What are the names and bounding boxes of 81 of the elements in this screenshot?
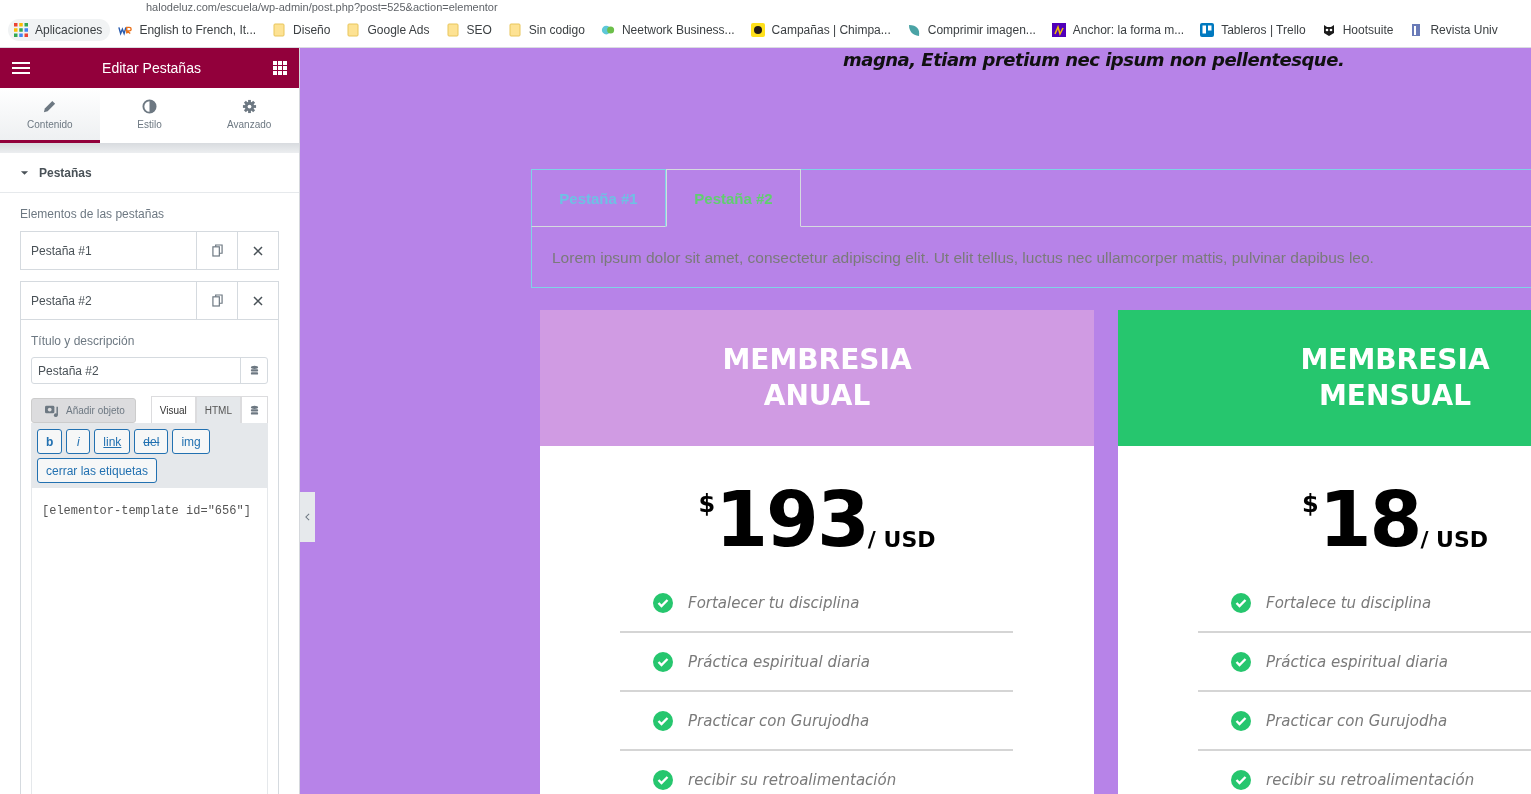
- section-toggle[interactable]: Pestañas: [0, 153, 299, 193]
- leaf-icon: [906, 23, 921, 37]
- quicktag-button[interactable]: del: [134, 429, 169, 454]
- bookmark[interactable]: Neetwork Business...: [592, 23, 743, 37]
- price-period: / USD: [867, 527, 936, 552]
- close-icon: [253, 295, 263, 306]
- bars-logo-icon: [1051, 23, 1066, 37]
- database-icon[interactable]: [250, 404, 259, 416]
- check-icon: [1231, 592, 1251, 613]
- check-icon: [1231, 769, 1251, 790]
- check-icon: [653, 710, 673, 731]
- quicktag-button[interactable]: link: [94, 429, 131, 454]
- price-period: / USD: [1420, 527, 1489, 552]
- owl-logo-icon: [1321, 23, 1336, 37]
- quicktag-button[interactable]: i: [66, 429, 91, 454]
- contrast-icon: [142, 98, 157, 114]
- price-amount: 193: [715, 482, 868, 558]
- plan-title: MEMBRESIA ANUAL: [721, 342, 913, 414]
- check-icon: [1231, 651, 1251, 672]
- quicktag-button[interactable]: b: [37, 429, 63, 454]
- bookmark[interactable]: Hootsuite: [1313, 23, 1402, 37]
- tab-content-text: Lorem ipsum dolor sit amet, consectetur adipiscing elit. Ut elit tellus, luctus nec ullamcorper mattis, pulvinar dapibus leo.: [531, 227, 1531, 288]
- folder-icon: [507, 23, 522, 37]
- bookmark[interactable]: Google Ads: [338, 23, 438, 37]
- feature-text: recibir su retroalimentación: [1266, 770, 1475, 789]
- monkey-logo-icon: [750, 23, 765, 37]
- bookmark[interactable]: Diseño: [264, 23, 339, 37]
- editor-tab[interactable]: HTML: [195, 396, 241, 423]
- menu-icon[interactable]: [12, 61, 30, 75]
- feature-text: Practicar con Gurujodha: [688, 711, 870, 730]
- add-media-button[interactable]: Añadir objeto: [31, 398, 136, 423]
- title-field[interactable]: Pestaña #2: [31, 357, 268, 384]
- bookmark[interactable]: Sin codigo: [499, 23, 593, 37]
- feature-text: Fortalece tu disciplina: [1266, 593, 1432, 612]
- bookmark[interactable]: Revista Univ: [1401, 23, 1506, 37]
- bookmark[interactable]: English to French, It...: [110, 23, 265, 37]
- editor-tab[interactable]: Visual: [150, 396, 196, 423]
- item-title[interactable]: Pestaña #2: [21, 282, 196, 319]
- bookmark[interactable]: Campañas | Chimpa...: [742, 23, 899, 37]
- currency-symbol: $: [1301, 490, 1319, 518]
- folder-icon: [445, 23, 460, 37]
- feature-text: Práctica espiritual diaria: [688, 652, 870, 671]
- control-label: Elementos de las pestañas: [20, 207, 166, 221]
- bookmark[interactable]: Tableros | Trello: [1192, 23, 1314, 37]
- settings-icon: [241, 98, 257, 114]
- folder-icon: [346, 23, 361, 37]
- bookmark[interactable]: Anchor: la forma m...: [1043, 23, 1193, 37]
- address-url[interactable]: halodeluz.com/escuela/wp-admin/post.php?post=525&action=elementor: [146, 1, 498, 13]
- feature-text: Practicar con Gurujodha: [1266, 711, 1448, 730]
- panel-title: Editar Pestañas: [102, 60, 201, 76]
- board-logo-icon: [1200, 23, 1215, 37]
- feature-text: Práctica espiritual diaria: [1266, 652, 1448, 671]
- database-icon[interactable]: [249, 365, 259, 376]
- currency-symbol: $: [698, 490, 716, 518]
- camera-music-icon: [44, 403, 61, 418]
- field-label: Título y descripción: [31, 334, 136, 348]
- check-icon: [653, 769, 673, 790]
- shortcode-text: [elementor-template id="656"]: [42, 504, 251, 518]
- bookmark[interactable]: Comprimir imagen...: [898, 23, 1044, 37]
- check-icon: [1231, 710, 1251, 731]
- widgets-grid-icon[interactable]: [273, 61, 287, 75]
- copy-icon: [211, 244, 223, 257]
- feature-text: recibir su retroalimentación: [688, 770, 897, 789]
- quicktag-button[interactable]: img: [172, 429, 210, 454]
- pencil-icon: [42, 98, 58, 114]
- item-title[interactable]: Pestaña #1: [21, 232, 196, 269]
- bookmark[interactable]: Aplicaciones: [8, 19, 111, 41]
- check-icon: [653, 651, 673, 672]
- code-editor[interactable]: [elementor-template id="656"]: [31, 488, 268, 794]
- plan-title: MEMBRESIA MENSUAL: [1299, 342, 1491, 414]
- heading-text: magna, Etiam pretium nec ipsum non pellentesque.: [843, 48, 1346, 72]
- quicktag-button[interactable]: cerrar las etiquetas: [37, 458, 158, 483]
- check-icon: [653, 592, 673, 613]
- apps-grid-icon: [14, 23, 28, 37]
- feature-text: Fortalecer tu disciplina: [688, 593, 860, 612]
- chevron-left-icon: [305, 513, 310, 521]
- folder-icon: [272, 23, 287, 37]
- price-amount: 18: [1318, 482, 1421, 558]
- close-icon: [253, 245, 263, 256]
- bookmark[interactable]: SEO: [437, 23, 500, 37]
- copy-icon: [211, 294, 223, 307]
